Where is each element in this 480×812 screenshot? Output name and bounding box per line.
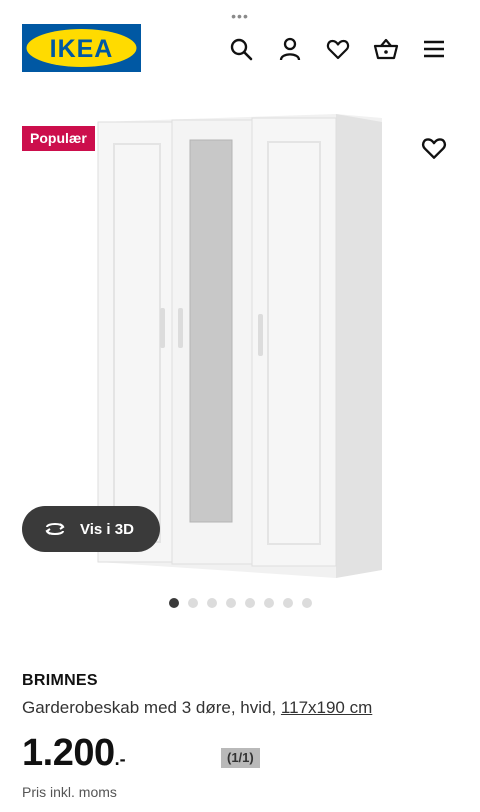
product-info: BRIMNES Garderobeskab med 3 døre, hvid, … [22,672,462,800]
heart-icon[interactable] [325,36,351,62]
view-in-3d-button[interactable]: Vis i 3D [22,506,160,552]
site-header: IKEA [0,24,480,74]
user-icon[interactable] [277,36,303,62]
basket-icon[interactable] [373,36,399,62]
product-description: Garderobeskab med 3 døre, hvid, 117x190 … [22,698,462,718]
carousel-dot[interactable] [263,598,274,608]
rotate-3d-icon [42,519,68,539]
vat-note: Pris inkl. moms [22,784,117,800]
carousel-dot[interactable] [282,598,293,608]
carousel-dot[interactable] [168,598,179,608]
product-name: BRIMNES [22,672,98,689]
menu-icon[interactable] [421,36,447,62]
product-image-area[interactable]: Populær Vis i 3D [0,86,480,591]
logo-text: IKEA [50,35,114,63]
carousel-dot[interactable] [301,598,312,608]
ikea-logo[interactable]: IKEA [22,24,141,72]
favourite-heart-icon[interactable] [420,134,448,162]
description-text: Garderobeskab med 3 døre, hvid, [22,698,277,717]
price-row: 1.200.- (1/1) [22,728,462,778]
image-counter-badge: (1/1) [221,748,260,768]
carousel-dot[interactable] [244,598,255,608]
view-in-3d-label: Vis i 3D [80,520,134,538]
dimensions-link[interactable]: 117x190 cm [281,698,372,717]
image-carousel-dots [0,598,480,610]
product-price: 1.200 [22,732,115,774]
carousel-dot[interactable] [187,598,198,608]
carousel-dot[interactable] [225,598,236,608]
window-handle-dots: ••• [231,8,249,24]
search-icon[interactable] [228,36,254,62]
carousel-dot[interactable] [206,598,217,608]
popular-badge: Populær [22,126,95,151]
price-suffix: .- [114,749,126,769]
